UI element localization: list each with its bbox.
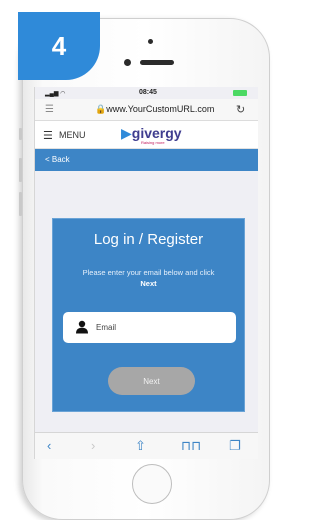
panel-instruction: Please enter your email below and click … (59, 267, 238, 289)
next-button[interactable]: Next (108, 367, 195, 395)
panel-title: Log in / Register (93, 231, 204, 248)
volume-down-button (19, 192, 22, 216)
forward-arrow-icon[interactable]: › (91, 438, 95, 453)
bookmarks-icon[interactable]: ⊓⊓ (181, 438, 201, 454)
step-number-badge: 4 (18, 12, 100, 80)
phone-screen: ▂▄▆ ◠ 08:45 ☰ 🔒www.YourCustomURL.com ↻ ☰… (34, 87, 258, 459)
signal-wifi-icon: ▂▄▆ ◠ (45, 91, 66, 97)
instruction-bold: Next (140, 279, 157, 288)
browser-address-bar[interactable]: ☰ 🔒www.YourCustomURL.com ↻ (35, 99, 258, 121)
share-icon[interactable]: ⇧ (135, 438, 146, 454)
mute-switch (19, 128, 22, 140)
battery-icon (233, 90, 247, 96)
tabs-icon[interactable]: ❐ (229, 438, 241, 454)
url-text: www.YourCustomURL.com (106, 104, 215, 114)
menu-label[interactable]: MENU (59, 130, 86, 140)
back-link[interactable]: < Back (45, 155, 70, 164)
earpiece-speaker (140, 60, 174, 65)
reload-icon[interactable]: ↻ (236, 103, 245, 116)
logo-tagline: Raising more (141, 140, 165, 145)
back-bar: < Back (35, 149, 258, 171)
site-header: ☰ MENU ▶givergy Raising more (35, 121, 258, 149)
reader-view-icon[interactable]: ☰ (45, 104, 54, 115)
login-register-panel: Log in / Register Please enter your emai… (52, 218, 245, 412)
browser-toolbar: ‹ › ⇧ ⊓⊓ ❐ (35, 432, 258, 459)
lock-icon: 🔒 (95, 104, 107, 114)
front-camera (124, 59, 131, 66)
front-sensor (148, 39, 153, 44)
hamburger-icon[interactable]: ☰ (43, 129, 53, 142)
logo-mark-icon: ▶ (121, 125, 132, 141)
status-bar: ▂▄▆ ◠ 08:45 (35, 87, 258, 99)
volume-up-button (19, 158, 22, 182)
home-button[interactable] (132, 464, 172, 504)
address-url[interactable]: 🔒www.YourCustomURL.com (95, 104, 214, 115)
logo-text: givergy (131, 125, 182, 141)
back-arrow-icon[interactable]: ‹ (47, 438, 51, 453)
instruction-text: Please enter your email below and click (82, 268, 215, 277)
status-time: 08:45 (139, 89, 157, 96)
user-icon (76, 320, 88, 334)
